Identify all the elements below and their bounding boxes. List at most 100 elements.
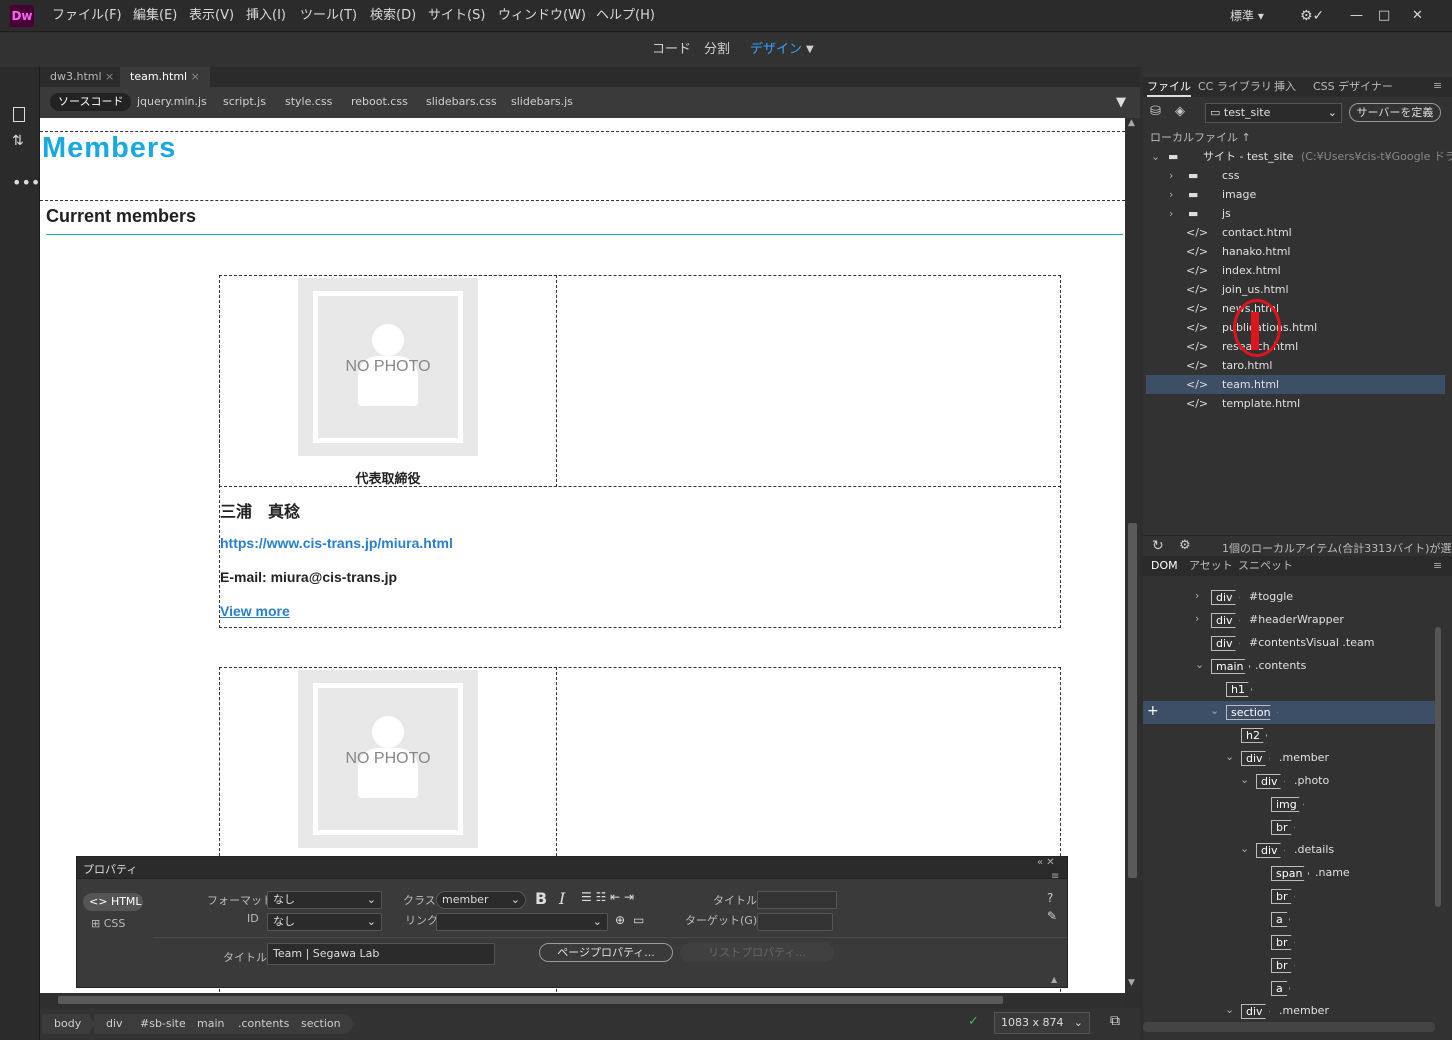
settings-icon[interactable]: ⚙✓ <box>1300 0 1324 32</box>
chevron-down-icon[interactable]: ⌄ <box>1210 704 1219 717</box>
tab-code[interactable]: コード <box>652 33 691 67</box>
menu-find[interactable]: 検索(D) <box>370 0 416 32</box>
chevron-down-icon[interactable]: ▼ <box>1128 978 1135 988</box>
tab-css-designer[interactable]: CSS デザイナー <box>1313 77 1393 97</box>
local-files-header[interactable]: ローカルファイル ↑ <box>1150 129 1251 145</box>
menu-view[interactable]: 表示(V) <box>189 0 234 32</box>
horizontal-scrollbar[interactable] <box>40 993 1125 1007</box>
tab-split[interactable]: 分割 <box>704 33 730 67</box>
related-slidebars-js[interactable]: slidebars.js <box>503 93 581 111</box>
minimize-icon[interactable]: — <box>1350 0 1363 32</box>
dom-node-h2[interactable]: h2 <box>1143 724 1433 747</box>
view-more-link[interactable]: View more <box>220 603 290 619</box>
tab-design[interactable]: デザイン <box>750 33 802 67</box>
chevron-down-icon[interactable]: ⌄ <box>1225 1003 1234 1016</box>
site-root[interactable]: ⌄ ▬ サイト - test_site (C:¥Users¥cis-t¥Goog… <box>1143 147 1452 166</box>
point-to-file-icon[interactable]: ⊕ <box>615 913 625 927</box>
close-icon[interactable]: × <box>191 70 200 83</box>
dom-node-br[interactable]: br <box>1143 816 1433 839</box>
close-icon[interactable]: × <box>105 70 114 83</box>
italic-button[interactable]: I <box>559 889 565 908</box>
file-item[interactable]: </> contact.html <box>1143 223 1452 242</box>
file-item[interactable]: </> template.html <box>1143 394 1452 413</box>
window-size-select[interactable]: 1083 x 874 ⌄ <box>994 1012 1090 1034</box>
dom-node-a[interactable]: a <box>1143 977 1433 1000</box>
file-item[interactable]: </> hanako.html <box>1143 242 1452 261</box>
dom-hscrollbar[interactable] <box>1143 1022 1435 1032</box>
member-url-link[interactable]: https://www.cis-trans.jp/miura.html <box>220 535 453 551</box>
sync-icon[interactable]: ⚙ <box>1179 538 1191 553</box>
dom-node-span[interactable]: span .name <box>1143 862 1433 885</box>
dom-node-br[interactable]: br <box>1143 954 1433 977</box>
dom-scrollbar[interactable] <box>1435 627 1441 907</box>
related-jquery[interactable]: jquery.min.js <box>129 93 215 111</box>
panel-menu-icon[interactable]: ≡ <box>1051 871 1059 882</box>
related-source[interactable]: ソースコード <box>50 93 132 111</box>
chevron-down-icon[interactable]: ⌄ <box>1240 773 1249 786</box>
dom-node-section[interactable]: + ⌄ section <box>1143 701 1435 724</box>
dom-node-div[interactable]: div #contentsVisual .team <box>1143 632 1433 655</box>
file-item[interactable]: </> join_us.html <box>1143 280 1452 299</box>
related-script[interactable]: script.js <box>215 93 274 111</box>
menu-tools[interactable]: ツール(T) <box>300 0 357 32</box>
live-view-icon[interactable]: ⧉ <box>1110 1013 1120 1029</box>
bold-button[interactable]: B <box>535 889 547 908</box>
menu-file[interactable]: ファイル(F) <box>52 0 122 32</box>
crumb-section[interactable]: section <box>289 1014 355 1034</box>
tab-assets[interactable]: アセット <box>1189 556 1233 576</box>
chevron-right-icon[interactable]: › <box>1195 589 1199 602</box>
id-select[interactable]: なし ⌄ <box>267 913 382 931</box>
link-input[interactable]: ⌄ <box>436 913 608 931</box>
dom-node-main[interactable]: ⌄ main .contents <box>1143 655 1433 678</box>
tab-dom[interactable]: DOM <box>1151 556 1178 576</box>
css-mode-button[interactable]: ⊞ CSS <box>91 917 125 930</box>
menu-site[interactable]: サイト(S) <box>428 0 485 32</box>
git-icon[interactable]: ◈ <box>1175 104 1185 119</box>
dom-node-div[interactable]: › div #toggle <box>1143 586 1433 609</box>
file-icon[interactable] <box>13 107 25 122</box>
target-select[interactable] <box>757 913 833 931</box>
file-item-selected[interactable]: </> team.html <box>1146 375 1445 394</box>
tab-insert[interactable]: 挿入 <box>1274 77 1296 97</box>
file-item[interactable]: </> taro.html <box>1143 356 1452 375</box>
list-properties-button[interactable]: リストプロパティ... <box>680 943 834 962</box>
menu-window[interactable]: ウィンドウ(W) <box>498 0 586 32</box>
chevron-down-icon[interactable]: ⌄ <box>1225 750 1234 763</box>
menu-insert[interactable]: 挿入(I) <box>246 0 286 32</box>
tab-dw3[interactable]: dw3.html × <box>40 67 124 87</box>
doc-title-input[interactable]: Team | Segawa Lab <box>267 943 495 965</box>
chevron-down-icon[interactable]: ⌄ <box>1240 842 1249 855</box>
file-item[interactable]: </> publications.html <box>1143 318 1452 337</box>
filter-icon[interactable]: ▼ <box>1116 95 1126 110</box>
folder-icon[interactable]: ▭ <box>633 913 644 927</box>
sort-icon[interactable]: ⇅ <box>12 133 24 149</box>
folder-css[interactable]: › ▬ css <box>1143 166 1452 185</box>
panel-menu-icon[interactable]: ≡ <box>1433 559 1442 572</box>
format-select[interactable]: なし ⌄ <box>267 891 382 909</box>
edit-icon[interactable]: ✎ <box>1047 909 1057 923</box>
file-item[interactable]: </> news.html <box>1143 299 1452 318</box>
dom-node-div[interactable]: ⌄ div .member <box>1143 1000 1433 1023</box>
expand-icon[interactable]: ▲ <box>1051 975 1057 984</box>
close-icon[interactable]: ✕ <box>1412 0 1423 32</box>
folder-js[interactable]: › ▬ js <box>1143 204 1452 223</box>
collapse-icon[interactable]: « ✕ <box>1037 857 1055 868</box>
title-attr-input[interactable] <box>757 891 837 909</box>
dom-node-div[interactable]: ⌄ div .details <box>1143 839 1433 862</box>
panel-menu-icon[interactable]: ≡ <box>1433 79 1442 92</box>
dom-node-div[interactable]: ⌄ div .member <box>1143 747 1433 770</box>
tab-files[interactable]: ファイル <box>1147 77 1191 97</box>
related-style[interactable]: style.css <box>277 93 340 111</box>
chevron-up-icon[interactable]: ▲ <box>1128 118 1135 128</box>
html-mode-button[interactable]: <> HTML <box>83 893 143 911</box>
maximize-icon[interactable]: □ <box>1378 0 1390 32</box>
class-select[interactable]: member ⌄ <box>436 891 526 909</box>
more-icon[interactable]: ••• <box>12 173 40 192</box>
menu-edit[interactable]: 編集(E) <box>133 0 177 32</box>
dom-node-img[interactable]: img <box>1143 793 1433 816</box>
crumb-body[interactable]: body <box>42 1014 96 1034</box>
refresh-icon[interactable]: ↻ <box>1152 538 1164 554</box>
dom-node-div[interactable]: ⌄ div .photo <box>1143 770 1433 793</box>
workspace-switcher[interactable]: 標準 ▾ <box>1230 0 1264 32</box>
chevron-down-icon[interactable]: ⌄ <box>1151 147 1160 166</box>
